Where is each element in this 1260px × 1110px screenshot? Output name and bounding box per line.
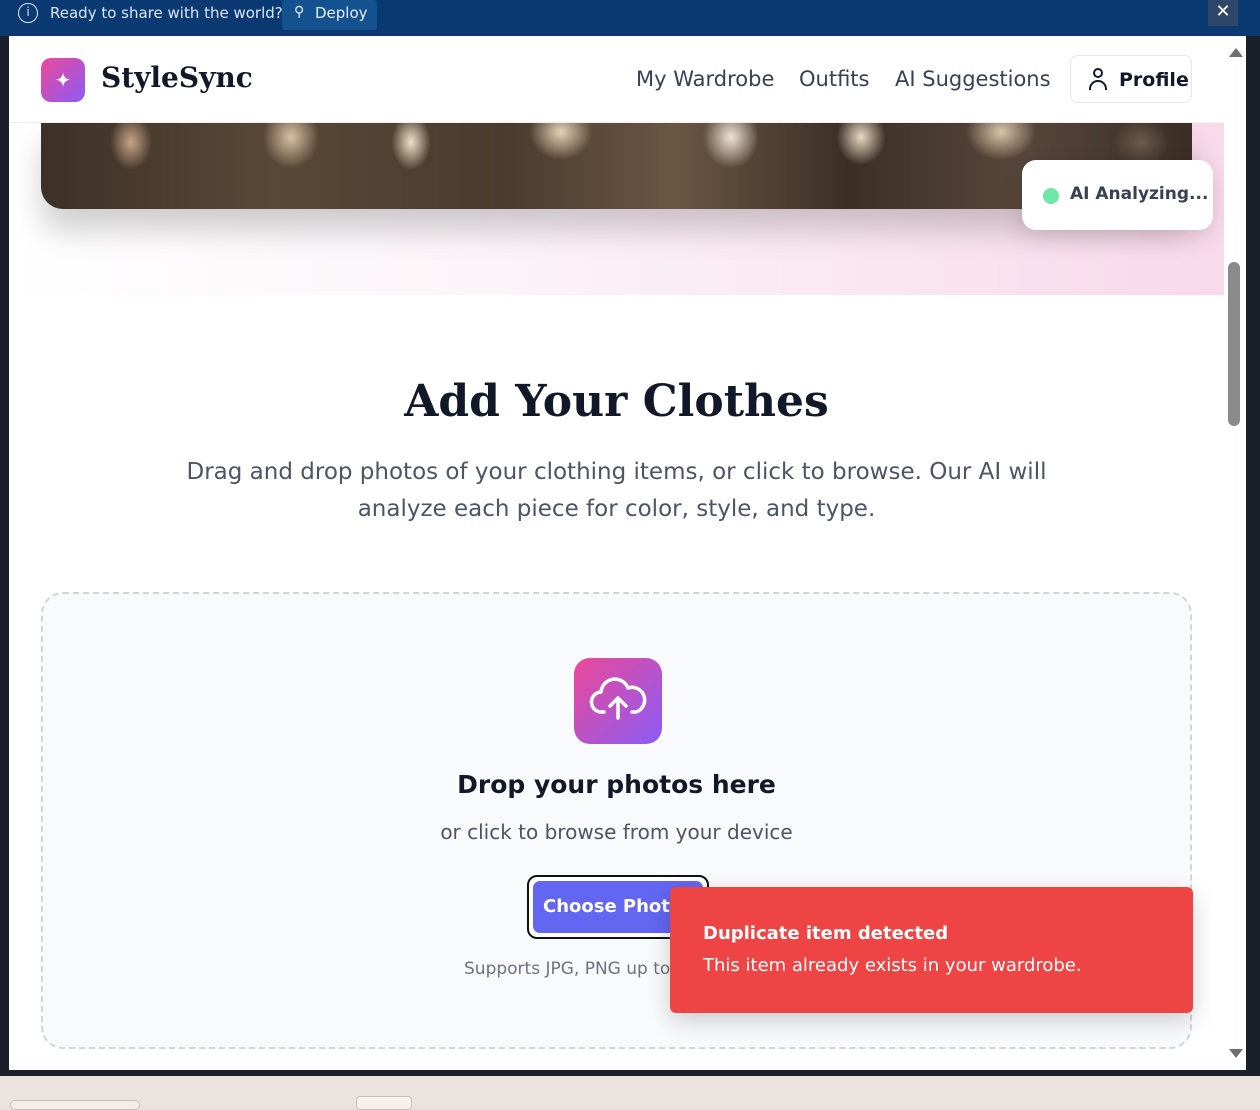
toast-message: This item already exists in your wardrob…: [703, 955, 1082, 976]
nav-outfits[interactable]: Outfits: [799, 67, 869, 91]
taskbar-strip: [0, 1076, 1260, 1110]
nav-ai-suggestions[interactable]: AI Suggestions: [895, 67, 1051, 91]
sparkle-icon[interactable]: ✦: [41, 58, 85, 102]
close-banner-button[interactable]: ✕: [1208, 0, 1238, 26]
scroll-down-arrow-icon[interactable]: [1229, 1049, 1243, 1058]
cloud-upload-icon: [574, 658, 662, 744]
dropzone-subtitle: or click to browse from your device: [440, 820, 793, 844]
toast-title: Duplicate item detected: [703, 923, 949, 944]
nav-my-wardrobe[interactable]: My Wardrobe: [636, 67, 774, 91]
dropzone-title: Drop your photos here: [457, 770, 776, 799]
taskbar-item[interactable]: [356, 1096, 412, 1110]
status-dot-icon: [1043, 188, 1059, 204]
deploy-button[interactable]: ⚲ Deploy: [282, 0, 377, 30]
profile-button[interactable]: Profile: [1070, 55, 1192, 103]
banner-message: Ready to share with the world?: [50, 4, 283, 22]
section-title: Add Your Clothes: [404, 376, 829, 427]
ai-status-label: AI Analyzing...: [1070, 184, 1209, 204]
hero-wardrobe-image: [41, 122, 1192, 209]
supported-formats-note: Supports JPG, PNG up to: [464, 959, 671, 979]
deploy-label: Deploy: [315, 4, 368, 22]
app-header: ✦ StyleSync My Wardrobe Outfits AI Sugge…: [9, 36, 1224, 123]
error-toast[interactable]: Duplicate item detected This item alread…: [670, 887, 1193, 1013]
deploy-banner: i Ready to share with the world? ⚲ Deplo…: [0, 0, 1260, 36]
scroll-up-arrow-icon[interactable]: [1229, 48, 1243, 57]
brand-name[interactable]: StyleSync: [101, 61, 253, 94]
user-icon: [1089, 68, 1107, 90]
taskbar-item[interactable]: [10, 1100, 140, 1110]
scroll-thumb[interactable]: [1228, 262, 1240, 426]
profile-label: Profile: [1119, 69, 1189, 91]
window-edge: [1246, 36, 1260, 1076]
ai-status-badge: AI Analyzing...: [1022, 160, 1213, 230]
vertical-scrollbar[interactable]: [1224, 36, 1246, 1070]
section-description: Drag and drop photos of your clothing it…: [186, 459, 1047, 522]
rocket-icon: ⚲: [294, 4, 305, 20]
info-icon: i: [18, 3, 38, 23]
